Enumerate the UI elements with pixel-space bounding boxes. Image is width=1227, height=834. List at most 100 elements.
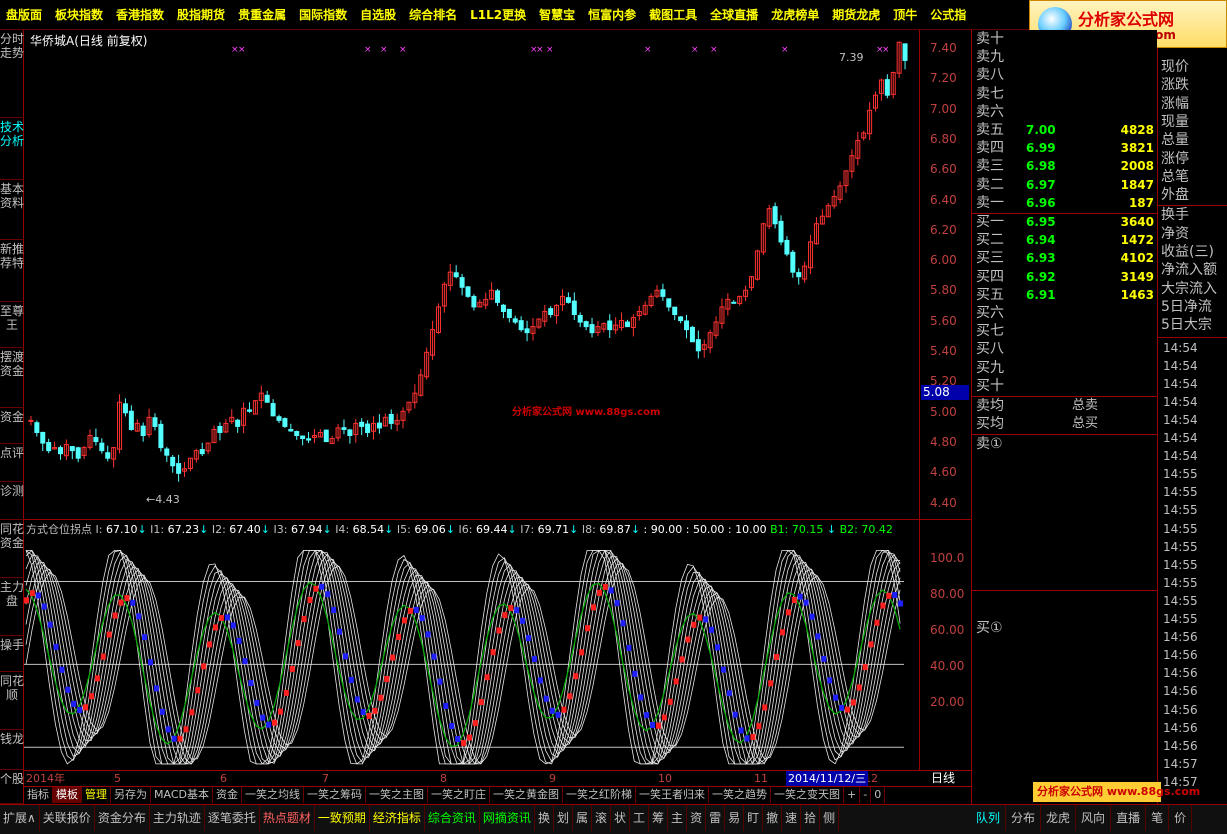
- buy-level-row[interactable]: 买十: [976, 377, 1158, 395]
- menu-item-4[interactable]: 贵重金属: [232, 0, 293, 29]
- sell-level-row[interactable]: 卖七: [976, 85, 1158, 103]
- sell-level-row[interactable]: 卖六: [976, 103, 1158, 121]
- right-tab-3[interactable]: 风向: [1076, 805, 1112, 831]
- left-tab-14[interactable]: 个股: [0, 770, 24, 804]
- indicator-tab-7[interactable]: 一笑之筹码: [304, 787, 366, 803]
- right-tab-5[interactable]: 笔: [1146, 805, 1170, 831]
- right-tab-1[interactable]: 分布: [1006, 805, 1042, 831]
- indicator-tab-11[interactable]: 一笑之红阶梯: [563, 787, 636, 803]
- bottom-tab-11[interactable]: 划: [554, 805, 573, 831]
- bottom-tab-22[interactable]: 撤: [763, 805, 783, 831]
- bottom-tab-21[interactable]: 盯: [744, 805, 764, 831]
- left-tab-11[interactable]: 操手: [0, 636, 24, 672]
- indicator-tab-10[interactable]: 一笑之黄金图: [490, 787, 563, 803]
- indicator-tab-0[interactable]: 指标: [24, 787, 53, 803]
- left-tab-3[interactable]: 新推荐特: [0, 240, 24, 302]
- bottom-tab-23[interactable]: 速: [782, 805, 802, 831]
- menu-item-2[interactable]: 香港指数: [110, 0, 171, 29]
- menu-item-16[interactable]: 公式指: [924, 0, 973, 29]
- bottom-tab-18[interactable]: 资: [687, 805, 707, 831]
- left-tab-7[interactable]: 点评: [0, 444, 24, 482]
- menu-item-3[interactable]: 股指期货: [171, 0, 232, 29]
- bottom-tab-3[interactable]: 主力轨迹: [150, 805, 205, 831]
- menu-item-6[interactable]: 自选股: [354, 0, 403, 29]
- left-tab-1[interactable]: 技术分析: [0, 118, 24, 180]
- sell-level-row[interactable]: 卖五 7.00 4828: [976, 121, 1158, 139]
- left-tab-9[interactable]: 同花资金: [0, 520, 24, 578]
- bottom-tab-14[interactable]: 状: [611, 805, 631, 831]
- sell-level-row[interactable]: 卖三 6.98 2008: [976, 157, 1158, 175]
- candlestick-chart[interactable]: × × × × × ×× × × × × × ××7.39←4.43: [24, 30, 971, 520]
- bottom-tab-13[interactable]: 滚: [592, 805, 611, 831]
- sell-level-row[interactable]: 卖九: [976, 48, 1158, 66]
- indicator-tab-2[interactable]: 管理: [82, 787, 111, 803]
- indicator-tab-5[interactable]: 资金: [213, 787, 242, 803]
- bottom-tab-0[interactable]: 扩展∧: [0, 805, 40, 831]
- period-label[interactable]: 日线: [931, 770, 955, 786]
- oscillator-svg[interactable]: [24, 520, 971, 770]
- buy-level-row[interactable]: 买四 6.92 3149: [976, 268, 1158, 286]
- menu-item-11[interactable]: 截图工具: [643, 0, 704, 29]
- left-tab-12[interactable]: 同花顺: [0, 672, 24, 730]
- bottom-tab-20[interactable]: 易: [725, 805, 745, 831]
- price-chart[interactable]: × × × × × × × × × × × × × × 7.39 ←4.43: [24, 30, 971, 520]
- bottom-tab-16[interactable]: 筹: [649, 805, 669, 831]
- sell-level-row[interactable]: 卖二 6.97 1847: [976, 176, 1158, 194]
- buy-level-row[interactable]: 买二 6.94 1472: [976, 231, 1158, 249]
- indicator-tab-13[interactable]: 一笑之趋势: [709, 787, 771, 803]
- buy-level-row[interactable]: 买一 6.95 3640: [976, 213, 1158, 231]
- indicator-tab-8[interactable]: 一笑之主图: [366, 787, 428, 803]
- buy-level-row[interactable]: 买三 6.93 4102: [976, 249, 1158, 267]
- indicator-tab-9[interactable]: 一笑之盯庄: [428, 787, 490, 803]
- bottom-tab-24[interactable]: 拾: [801, 805, 821, 831]
- bottom-tab-12[interactable]: 属: [573, 805, 592, 831]
- left-tab-2[interactable]: 基本资料: [0, 180, 24, 240]
- menu-item-1[interactable]: 板块指数: [49, 0, 110, 29]
- menu-item-14[interactable]: 期货龙虎: [826, 0, 887, 29]
- sell-level-row[interactable]: 卖八: [976, 66, 1158, 84]
- bottom-tab-25[interactable]: 侧: [820, 805, 840, 831]
- menu-item-8[interactable]: L1L2更换: [464, 0, 533, 29]
- bottom-tab-19[interactable]: 雷: [706, 805, 726, 831]
- sell-level-row[interactable]: 卖四 6.99 3821: [976, 139, 1158, 157]
- bottom-tab-17[interactable]: 主: [668, 805, 688, 831]
- indicator-tab-3[interactable]: 另存为: [111, 787, 151, 803]
- buy-level-row[interactable]: 买八: [976, 340, 1158, 358]
- left-tab-5[interactable]: 摆渡资金: [0, 348, 24, 408]
- menu-item-10[interactable]: 恒富内参: [582, 0, 643, 29]
- left-tab-6[interactable]: 资金: [0, 408, 24, 444]
- bottom-tab-1[interactable]: 关联报价: [40, 805, 95, 831]
- buy-level-row[interactable]: 买六: [976, 304, 1158, 322]
- menu-item-5[interactable]: 国际指数: [293, 0, 354, 29]
- bottom-tab-8[interactable]: 综合资讯: [425, 805, 480, 831]
- sell-level-row[interactable]: 卖十: [976, 30, 1158, 48]
- right-tab-2[interactable]: 龙虎: [1041, 805, 1077, 831]
- left-tab-8[interactable]: 诊测: [0, 482, 24, 520]
- right-tab-6[interactable]: 价: [1169, 805, 1193, 831]
- menu-item-9[interactable]: 智慧宝: [533, 0, 582, 29]
- buy-level-row[interactable]: 买九: [976, 359, 1158, 377]
- left-tab-4[interactable]: 至尊王: [0, 302, 24, 348]
- indicator-tab-4[interactable]: MACD基本: [151, 787, 213, 803]
- menu-item-0[interactable]: 盘版面: [0, 0, 49, 29]
- indicator-tab-1[interactable]: 模板: [53, 787, 82, 803]
- buy-level-row[interactable]: 买五 6.91 1463: [976, 286, 1158, 304]
- bottom-tab-7[interactable]: 经济指标: [370, 805, 425, 831]
- indicator-tab-12[interactable]: 一笑王者归来: [636, 787, 709, 803]
- bottom-tab-5[interactable]: 热点题材: [260, 805, 315, 831]
- bottom-tab-15[interactable]: 工: [630, 805, 650, 831]
- oscillator-chart[interactable]: [24, 520, 971, 770]
- bottom-tab-2[interactable]: 资金分布: [95, 805, 150, 831]
- right-tab-4[interactable]: 直播: [1111, 805, 1147, 831]
- left-tab-13[interactable]: 钱龙: [0, 730, 24, 770]
- buy-level-row[interactable]: 买七: [976, 322, 1158, 340]
- bottom-tab-9[interactable]: 网摘资讯: [480, 805, 535, 831]
- indicator-tab-17[interactable]: 0: [871, 787, 886, 803]
- sell-level-row[interactable]: 卖一 6.96 187: [976, 194, 1158, 212]
- menu-item-12[interactable]: 全球直播: [704, 0, 765, 29]
- menu-item-7[interactable]: 综合排名: [403, 0, 464, 29]
- menu-item-13[interactable]: 龙虎榜单: [765, 0, 826, 29]
- indicator-tab-14[interactable]: 一笑之变天图: [771, 787, 844, 803]
- bottom-tab-4[interactable]: 逐笔委托: [205, 805, 260, 831]
- bottom-tab-10[interactable]: 换: [535, 805, 554, 831]
